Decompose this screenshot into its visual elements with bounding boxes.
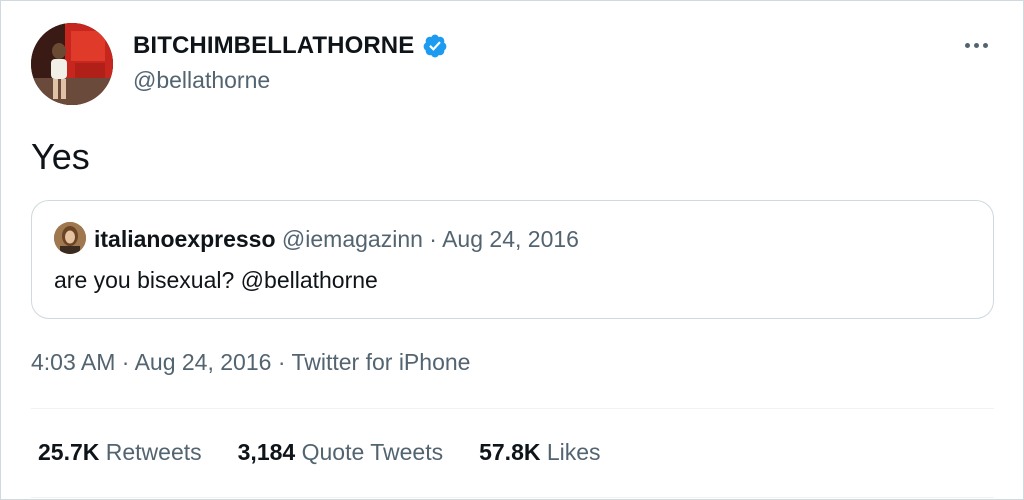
timestamp-separator: · (121, 349, 130, 375)
quote-tweets-count: 3,184 (237, 439, 296, 465)
tweet-time[interactable]: 4:03 AM (31, 349, 115, 375)
likes-label: Likes (546, 439, 601, 465)
quoted-text: are you bisexual? @bellathorne (54, 267, 378, 293)
divider (31, 408, 994, 409)
tweet-source[interactable]: Twitter for iPhone (291, 349, 470, 375)
tweet-text: Yes (31, 136, 90, 177)
quoted-avatar-image (54, 222, 86, 254)
quote-tweets-stat[interactable]: 3,184 Quote Tweets (238, 439, 443, 466)
more-dot (973, 42, 979, 48)
verified-badge-icon (423, 34, 447, 58)
quoted-handle[interactable]: @iemagazinn (282, 226, 423, 252)
likes-count: 57.8K (479, 439, 541, 465)
author-display-name[interactable]: BITCHIMBELLATHORNE (133, 32, 414, 60)
quoted-display-name[interactable]: italianoexpresso (94, 226, 276, 252)
quoted-author-avatar[interactable] (54, 222, 86, 254)
author-name-row: BITCHIMBELLATHORNE (133, 32, 448, 60)
retweets-label: Retweets (105, 439, 202, 465)
tweet-date[interactable]: Aug 24, 2016 (135, 349, 272, 375)
avatar-image (31, 23, 113, 105)
retweets-count: 25.7K (38, 439, 100, 465)
more-dot (964, 42, 970, 48)
quoted-date[interactable]: Aug 24, 2016 (442, 226, 579, 252)
quoted-header: italianoexpresso @iemagazinn · Aug 24, 2… (94, 226, 579, 253)
author-handle[interactable]: @bellathorne (133, 67, 270, 94)
tweet-timestamp-row: 4:03 AM · Aug 24, 2016 · Twitter for iPh… (31, 349, 470, 376)
more-dot (982, 42, 988, 48)
quote-tweets-label: Quote Tweets (301, 439, 444, 465)
quoted-tweet[interactable]: italianoexpresso @iemagazinn · Aug 24, 2… (31, 200, 994, 319)
author-avatar[interactable] (31, 23, 113, 105)
likes-stat[interactable]: 57.8K Likes (479, 439, 600, 466)
tweet-card: BITCHIMBELLATHORNE @bellathorne Yes ital… (0, 0, 1024, 500)
more-options-icon[interactable] (959, 31, 993, 59)
retweets-stat[interactable]: 25.7K Retweets (38, 439, 202, 466)
source-separator: · (277, 349, 286, 375)
divider (31, 497, 994, 498)
tweet-stats: 25.7K Retweets 3,184 Quote Tweets 57.8K … (38, 439, 601, 466)
quoted-separator: · (429, 226, 437, 252)
